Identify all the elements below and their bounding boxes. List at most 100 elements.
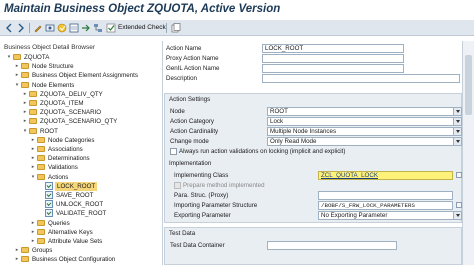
- folder-icon: [21, 81, 29, 88]
- genil-action-name-label: GenIL Action Name: [166, 65, 220, 72]
- tree-item-label: Node Structure: [32, 63, 74, 71]
- action-settings-title: Action Settings: [169, 96, 211, 103]
- tree-item-label: LOCK_ROOT: [55, 181, 98, 191]
- change-mode-select[interactable]: Only Read Mode: [267, 137, 462, 146]
- tree-item-label: Business Object Element Assignments: [32, 72, 138, 80]
- activate-icon[interactable]: [57, 23, 67, 33]
- scrollbar-thumb[interactable]: [465, 55, 472, 115]
- exporting-param-label: Exporting Parameter: [174, 212, 231, 219]
- proxy-action-name-field[interactable]: [262, 54, 404, 63]
- param-struc-label: Para. Struc. (Proxy): [174, 192, 229, 199]
- expand-right-icon[interactable]: ▸: [14, 72, 20, 78]
- tree-folder-item[interactable]: ▾ Actions: [30, 173, 180, 182]
- copy-icon[interactable]: [171, 23, 181, 33]
- tree-folder-item[interactable]: ▸ Queries: [30, 219, 180, 228]
- back-icon[interactable]: [4, 23, 14, 33]
- tree-folder-item[interactable]: ▸ Determinations: [30, 154, 180, 163]
- exporting-param-select[interactable]: No Exporting Parameter: [318, 211, 462, 220]
- toolbar-separator: [166, 23, 167, 33]
- test-data-container-field[interactable]: [267, 241, 397, 250]
- tree-item-label: Actions: [48, 173, 69, 181]
- chevron-down-icon: [453, 128, 461, 135]
- proxy-action-name-label: Proxy Action Name: [166, 55, 219, 62]
- edit-pencil-icon[interactable]: [33, 23, 43, 33]
- where-used-icon[interactable]: [69, 23, 79, 33]
- tree-folder-item[interactable]: ▸ Groups: [14, 246, 164, 255]
- expand-right-icon[interactable]: ▸: [22, 100, 28, 106]
- description-field[interactable]: [262, 74, 460, 83]
- tree-folder-item[interactable]: ▸ ZQUOTA_DELIV_QTY: [22, 90, 172, 99]
- folder-icon: [37, 136, 45, 143]
- tree-folder-item[interactable]: ▸ Node Categories: [30, 136, 180, 145]
- hierarchy-icon[interactable]: [93, 23, 103, 33]
- tree-item-label: ZQUOTA_SCENARIO: [40, 109, 102, 117]
- genil-action-name-field[interactable]: [262, 64, 404, 73]
- expand-down-icon[interactable]: ▾: [30, 174, 36, 180]
- tree-folder-item[interactable]: ▸ Node Structure: [14, 62, 164, 71]
- expand-right-icon[interactable]: ▸: [22, 109, 28, 115]
- forward-icon[interactable]: [16, 23, 26, 33]
- test-data-container-label: Test Data Container: [170, 242, 225, 249]
- navigate-icon[interactable]: [81, 23, 91, 33]
- action-cardinality-select[interactable]: Multiple Node Instances: [267, 127, 462, 136]
- expand-right-icon[interactable]: ▸: [14, 256, 20, 262]
- folder-icon: [29, 118, 37, 125]
- tree-folder-item[interactable]: ▸ ZQUOTA_ITEM: [22, 99, 172, 108]
- action-check-icon: [45, 209, 53, 218]
- expand-right-icon[interactable]: ▸: [22, 91, 28, 97]
- node-label: Node: [170, 108, 185, 115]
- extended-check-icon[interactable]: [106, 23, 116, 33]
- expand-right-icon[interactable]: ▸: [30, 220, 36, 226]
- node-select[interactable]: ROOT: [267, 107, 462, 116]
- tree-folder-item[interactable]: ▾ ZQUOTA: [6, 53, 156, 62]
- tree-folder-item[interactable]: ▸ Attribute Value Sets: [30, 237, 180, 246]
- folder-icon: [13, 54, 21, 60]
- display-change-icon[interactable]: [45, 23, 55, 33]
- implementing-class-field[interactable]: ZCL_QUOTA_LOCK: [318, 171, 453, 180]
- action-check-icon: [45, 200, 53, 209]
- importing-param-field[interactable]: /BOBF/S_FRW_LOCK_PARAMETERS: [318, 201, 453, 210]
- tree-folder-item[interactable]: ▾ Node Elements: [14, 81, 164, 90]
- tree-folder-item[interactable]: ▸ ZQUOTA_SCENARIO_QTY: [22, 117, 172, 126]
- action-category-label: Action Category: [170, 118, 215, 125]
- detail-panel: Action Name LOCK_ROOT Proxy Action Name …: [164, 41, 474, 265]
- tree-item-label: Determinations: [48, 155, 90, 163]
- expand-right-icon[interactable]: ▸: [22, 118, 28, 124]
- expand-right-icon[interactable]: ▸: [30, 155, 36, 161]
- expand-right-icon[interactable]: ▸: [30, 229, 36, 235]
- tree-folder-item[interactable]: ▸ Business Object Element Assignments: [14, 71, 164, 80]
- tree-folder-item[interactable]: ▾ ROOT: [22, 127, 172, 136]
- expand-right-icon[interactable]: ▸: [30, 238, 36, 244]
- expand-right-icon[interactable]: ▸: [30, 137, 36, 143]
- vertical-scrollbar[interactable]: [462, 41, 474, 265]
- folder-icon: [21, 72, 29, 79]
- extended-check-button[interactable]: Extended Check: [118, 24, 166, 31]
- toolbar-separator: [29, 23, 30, 33]
- expand-right-icon[interactable]: ▸: [14, 63, 20, 69]
- always-run-validations-checkbox[interactable]: [170, 148, 177, 155]
- tree-folder-item[interactable]: ▸ Alternative Keys: [30, 228, 180, 237]
- tree-folder-item[interactable]: ▸ ZQUOTA_SCENARIO: [22, 108, 172, 117]
- tree-folder-item[interactable]: ▸ Business Object Configuration: [14, 255, 164, 264]
- expand-right-icon[interactable]: ▸: [30, 164, 36, 170]
- folder-icon: [21, 256, 29, 263]
- param-struc-field[interactable]: [318, 191, 453, 200]
- tree-item-label: SAVE_ROOT: [56, 192, 94, 199]
- tree-folder-item[interactable]: ▸ Associations: [30, 145, 180, 154]
- toolbar: Extended Check: [0, 20, 474, 36]
- no-toggle: [38, 201, 44, 207]
- expand-down-icon[interactable]: ▾: [22, 128, 28, 134]
- folder-icon: [37, 219, 45, 226]
- expand-down-icon[interactable]: ▾: [14, 82, 20, 88]
- expand-down-icon[interactable]: ▾: [6, 54, 12, 60]
- action-category-select[interactable]: Lock: [267, 117, 462, 126]
- change-mode-label: Change mode: [170, 138, 209, 145]
- tree-folder-item[interactable]: ▸ Validations: [30, 163, 180, 172]
- folder-icon: [37, 228, 45, 235]
- action-name-field[interactable]: LOCK_ROOT: [262, 44, 404, 53]
- expand-right-icon[interactable]: ▸: [14, 247, 20, 253]
- tree-item-label: ROOT: [40, 127, 58, 135]
- folder-icon: [37, 164, 45, 171]
- tree-header: Business Object Detail Browser: [4, 44, 96, 51]
- expand-right-icon[interactable]: ▸: [30, 146, 36, 152]
